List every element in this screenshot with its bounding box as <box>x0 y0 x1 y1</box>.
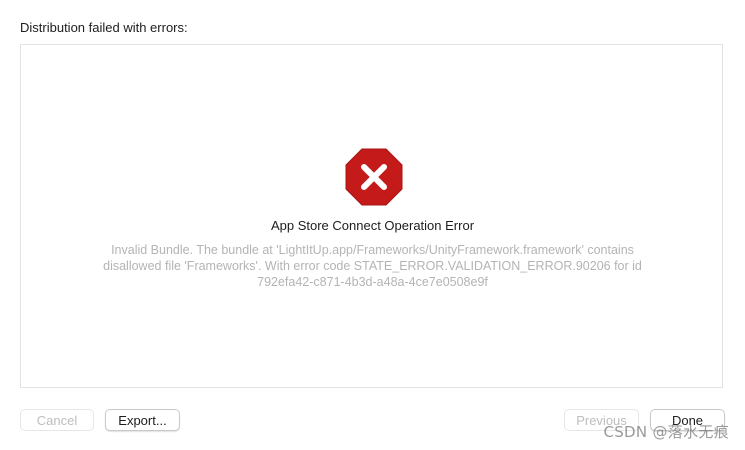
status-heading: Distribution failed with errors: <box>20 20 188 35</box>
error-title: App Store Connect Operation Error <box>270 218 475 233</box>
error-details-panel: App Store Connect Operation Error Invali… <box>20 44 723 388</box>
error-octagon-icon <box>345 148 403 206</box>
export-button[interactable]: Export... <box>105 409 180 431</box>
distribution-error-window: Distribution failed with errors: App Sto… <box>0 0 745 450</box>
error-message: Invalid Bundle. The bundle at 'LightItUp… <box>103 243 642 289</box>
cancel-button[interactable]: Cancel <box>20 409 94 431</box>
watermark-text: CSDN @落水无痕 <box>603 423 729 441</box>
